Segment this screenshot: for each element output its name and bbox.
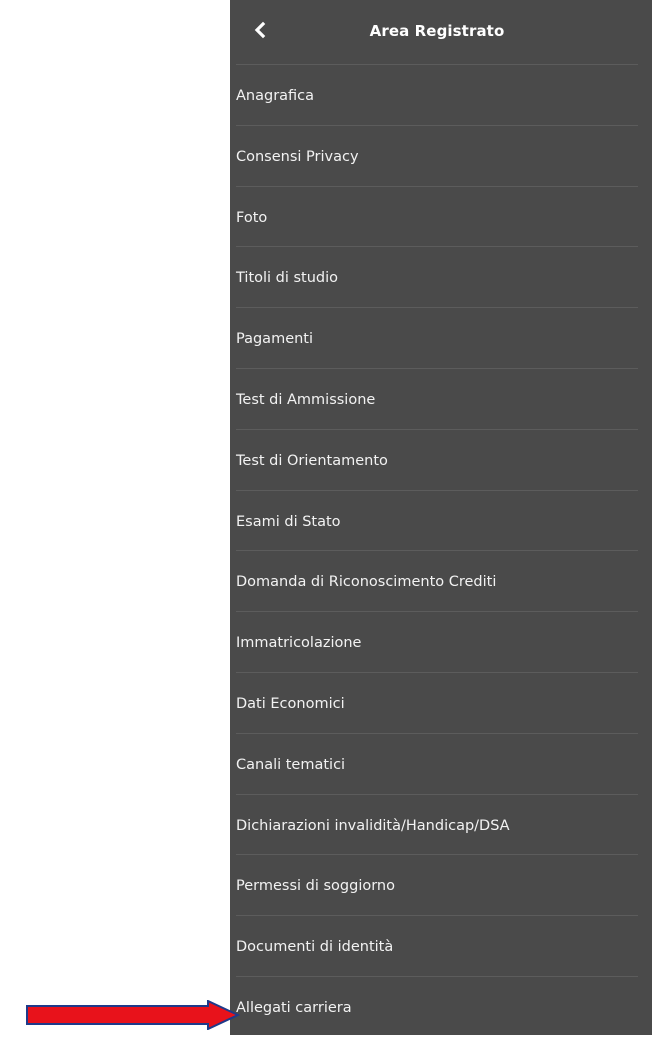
- menu-item-label: Test di Ammissione: [236, 391, 376, 408]
- menu-item-label: Pagamenti: [236, 331, 314, 348]
- menu-item-label: Dichiarazioni invalidità/Handicap/DSA: [236, 817, 510, 834]
- menu-item-riconoscimento-crediti[interactable]: Domanda di Riconoscimento Crediti: [236, 551, 638, 613]
- menu-item-anagrafica[interactable]: Anagrafica: [236, 65, 638, 126]
- menu-item-label: Test di Orientamento: [236, 452, 388, 469]
- menu-item-pagamenti[interactable]: Pagamenti: [236, 308, 638, 369]
- menu-item-label: Allegati carriera: [236, 999, 352, 1016]
- side-menu-panel: Area Registrato Anagrafica Consensi Priv…: [230, 0, 652, 1035]
- menu-item-label: Immatricolazione: [236, 635, 362, 652]
- menu-item-label: Titoli di studio: [236, 270, 339, 287]
- menu-item-foto[interactable]: Foto: [236, 187, 638, 248]
- menu-item-label: Consensi Privacy: [236, 148, 359, 165]
- menu-item-consensi-privacy[interactable]: Consensi Privacy: [236, 126, 638, 187]
- menu-item-titoli-di-studio[interactable]: Titoli di studio: [236, 247, 638, 309]
- red-arrow-right-icon: [26, 1000, 240, 1030]
- menu-item-label: Foto: [236, 209, 268, 226]
- menu-item-label: Documenti di identità: [236, 939, 394, 956]
- menu-item-documenti-di-identita[interactable]: Documenti di identità: [236, 916, 638, 977]
- menu-item-test-di-orientamento[interactable]: Test di Orientamento: [236, 430, 638, 491]
- menu-list: Anagrafica Consensi Privacy Foto Titoli …: [230, 65, 652, 1038]
- menu-item-esami-di-stato[interactable]: Esami di Stato: [236, 491, 638, 552]
- menu-item-label: Permessi di soggiorno: [236, 878, 395, 895]
- menu-header: Area Registrato: [236, 0, 638, 65]
- menu-title: Area Registrato: [369, 22, 505, 40]
- menu-item-label: Dati Economici: [236, 695, 345, 712]
- menu-item-label: Canali tematici: [236, 756, 346, 773]
- menu-item-label: Esami di Stato: [236, 513, 341, 530]
- menu-item-label: Anagrafica: [236, 88, 315, 104]
- menu-item-label: Domanda di Riconoscimento Crediti: [236, 574, 497, 591]
- menu-item-test-di-ammissione[interactable]: Test di Ammissione: [236, 369, 638, 430]
- menu-item-canali-tematici[interactable]: Canali tematici: [236, 734, 638, 795]
- menu-item-allegati-carriera[interactable]: Allegati carriera: [236, 977, 638, 1038]
- menu-item-permessi-di-soggiorno[interactable]: Permessi di soggiorno: [236, 855, 638, 917]
- menu-item-dati-economici[interactable]: Dati Economici: [236, 673, 638, 734]
- menu-item-dichiarazioni-invalidita[interactable]: Dichiarazioni invalidità/Handicap/DSA: [236, 795, 638, 856]
- menu-item-immatricolazione[interactable]: Immatricolazione: [236, 612, 638, 673]
